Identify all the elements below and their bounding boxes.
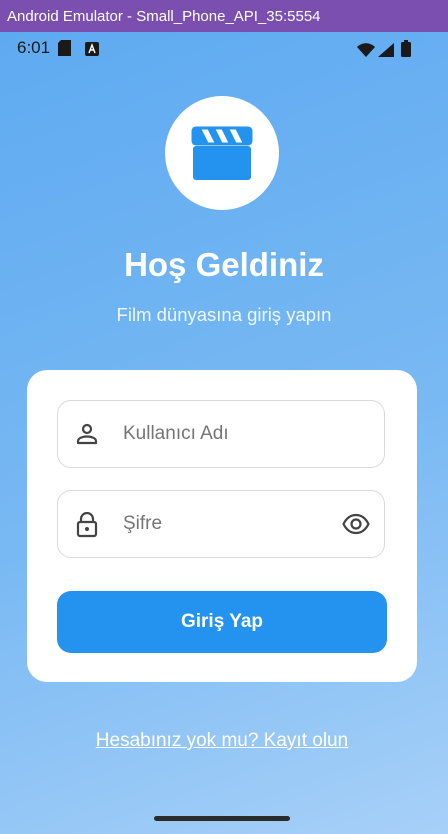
sd-card-icon xyxy=(58,40,71,61)
wifi-icon xyxy=(357,42,375,62)
status-bar: 6:01 xyxy=(0,32,448,66)
password-input[interactable] xyxy=(123,491,333,557)
username-field[interactable] xyxy=(57,400,385,468)
page-subtitle: Film dünyasına giriş yapın xyxy=(116,304,332,325)
window-title: Android Emulator - Small_Phone_API_35:55… xyxy=(7,7,321,25)
register-link[interactable]: Hesabınız yok mu? Kayıt olun xyxy=(0,730,444,752)
app-logo xyxy=(165,96,279,210)
eye-icon[interactable] xyxy=(342,513,370,540)
status-time: 6:01 xyxy=(17,38,51,57)
lock-icon xyxy=(75,511,99,543)
home-indicator[interactable] xyxy=(154,816,290,821)
password-field[interactable] xyxy=(57,490,385,558)
emulator-title-bar: Android Emulator - Small_Phone_API_35:55… xyxy=(0,0,448,32)
login-button[interactable]: Giriş Yap xyxy=(57,591,387,653)
clapperboard-icon xyxy=(191,126,253,180)
signal-icon xyxy=(378,42,394,62)
person-icon xyxy=(75,422,99,451)
battery-icon xyxy=(401,40,411,62)
phone-screen: 6:01 Hoş Geldiniz Film dünyasına giriş y… xyxy=(0,32,448,834)
a-notification-icon xyxy=(85,41,99,61)
page-title: Hoş Geldiniz xyxy=(124,246,324,283)
username-input[interactable] xyxy=(123,401,333,467)
login-card: Giriş Yap xyxy=(27,370,417,682)
